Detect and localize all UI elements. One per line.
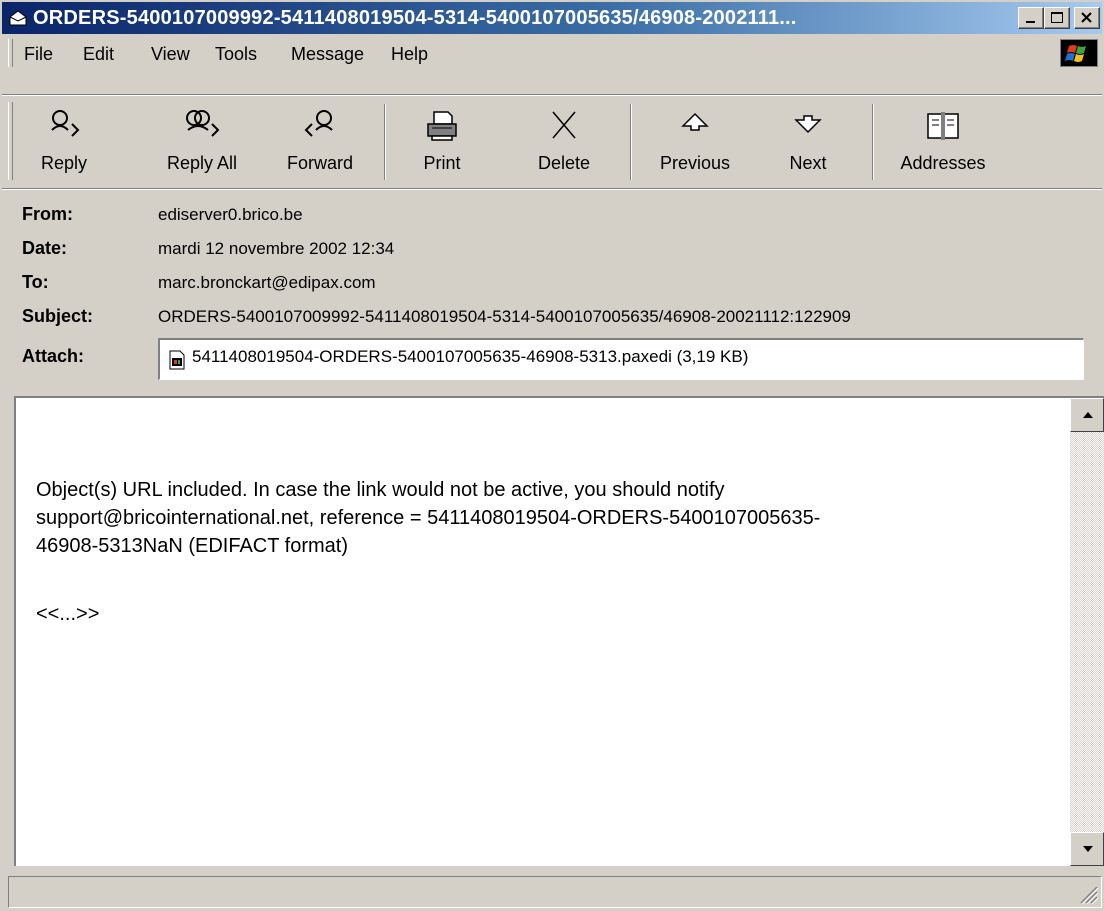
close-icon (1081, 12, 1092, 23)
scroll-down-arrow-icon (1083, 846, 1093, 852)
forward-icon (304, 110, 333, 137)
message-window: ORDERS-5400107009992-5411408019504-5314-… (0, 0, 1104, 911)
menu-edit[interactable]: Edit (83, 43, 114, 65)
down-arrow-icon (794, 115, 822, 134)
print-label: Print (423, 153, 461, 173)
to-label: To: (22, 272, 49, 292)
from-label: From: (22, 204, 73, 224)
open-envelope-icon (9, 10, 27, 26)
reply-all-icon (186, 110, 220, 137)
delete-button[interactable]: Delete (520, 98, 608, 184)
reply-label: Reply (40, 153, 88, 173)
addresses-button[interactable]: Addresses (880, 98, 1006, 184)
printer-icon (427, 111, 457, 141)
window-title: ORDERS-5400107009992-5411408019504-5314-… (33, 7, 797, 29)
resize-grip-icon[interactable] (1077, 883, 1099, 905)
addresses-label: Addresses (900, 153, 986, 173)
message-body[interactable]: Object(s) URL included. In case the link… (36, 476, 1066, 628)
close-button[interactable] (1074, 7, 1100, 29)
menu-tools[interactable]: Tools (215, 43, 257, 65)
toolbar-grip[interactable] (8, 102, 13, 180)
reply-icon (51, 110, 80, 137)
attachment-name[interactable]: 5411408019504-ORDERS-5400107005635-46908… (192, 347, 748, 367)
menu-grip[interactable] (8, 39, 13, 67)
vertical-scrollbar[interactable] (1070, 398, 1104, 866)
menu-view[interactable]: View (151, 43, 190, 65)
body-line: Object(s) URL included. In case the link… (36, 479, 725, 501)
date-value: mardi 12 novembre 2002 12:34 (158, 239, 395, 258)
reply-button[interactable]: Reply (22, 98, 106, 184)
from-value: ediserver0.brico.be (158, 205, 303, 224)
scroll-down-button[interactable] (1070, 832, 1104, 866)
attachment-file-icon (169, 350, 185, 370)
menu-bar: File Edit View Tools Message Help (2, 37, 1102, 69)
subject-label: Subject: (22, 306, 94, 326)
menu-toolbar-separator (2, 94, 1102, 96)
menu-message[interactable]: Message (291, 43, 364, 65)
toolbar-separator (630, 104, 632, 180)
menu-file[interactable]: File (24, 43, 53, 65)
body-line: <<...>> (36, 603, 100, 625)
up-arrow-icon (681, 112, 709, 131)
scroll-up-button[interactable] (1070, 398, 1104, 432)
windows-logo-icon (1060, 39, 1098, 67)
message-body-pane[interactable]: Object(s) URL included. In case the link… (14, 396, 1104, 866)
menu-help[interactable]: Help (391, 43, 428, 65)
body-line: 46908-5313NaN (EDIFACT format) (36, 535, 348, 557)
body-line: support@bricointernational.net, referenc… (36, 507, 821, 529)
toolbar-separator (872, 104, 874, 180)
toolbar-header-separator (2, 188, 1102, 190)
reply-all-button[interactable]: Reply All (154, 98, 250, 184)
attachment-box[interactable]: 5411408019504-ORDERS-5400107005635-46908… (158, 338, 1084, 380)
next-button[interactable]: Next (768, 98, 848, 184)
subject-value: ORDERS-5400107009992-5411408019504-5314-… (158, 307, 851, 326)
maximize-icon (1051, 12, 1063, 23)
forward-button[interactable]: Forward (270, 98, 370, 184)
scroll-up-arrow-icon (1083, 412, 1093, 418)
maximize-button[interactable] (1044, 7, 1070, 29)
toolbar-separator (384, 104, 386, 180)
next-label: Next (789, 153, 827, 173)
date-label: Date: (22, 238, 68, 258)
minimize-icon (1026, 21, 1035, 23)
previous-button[interactable]: Previous (642, 98, 748, 184)
delete-label: Delete (537, 153, 591, 173)
minimize-button[interactable] (1018, 7, 1044, 29)
previous-label: Previous (659, 153, 731, 173)
print-button[interactable]: Print (400, 98, 484, 184)
attach-label: Attach: (22, 346, 84, 366)
status-bar (8, 876, 1102, 908)
toolbar: Reply Reply All Forward Print Delete Pre… (2, 98, 1102, 184)
forward-label: Forward (286, 153, 353, 173)
reply-all-label: Reply All (166, 153, 238, 173)
to-value: marc.bronckart@edipax.com (158, 273, 376, 292)
address-book-icon (927, 112, 959, 140)
delete-x-icon (552, 111, 576, 139)
title-bar[interactable]: ORDERS-5400107009992-5411408019504-5314-… (2, 2, 1102, 34)
